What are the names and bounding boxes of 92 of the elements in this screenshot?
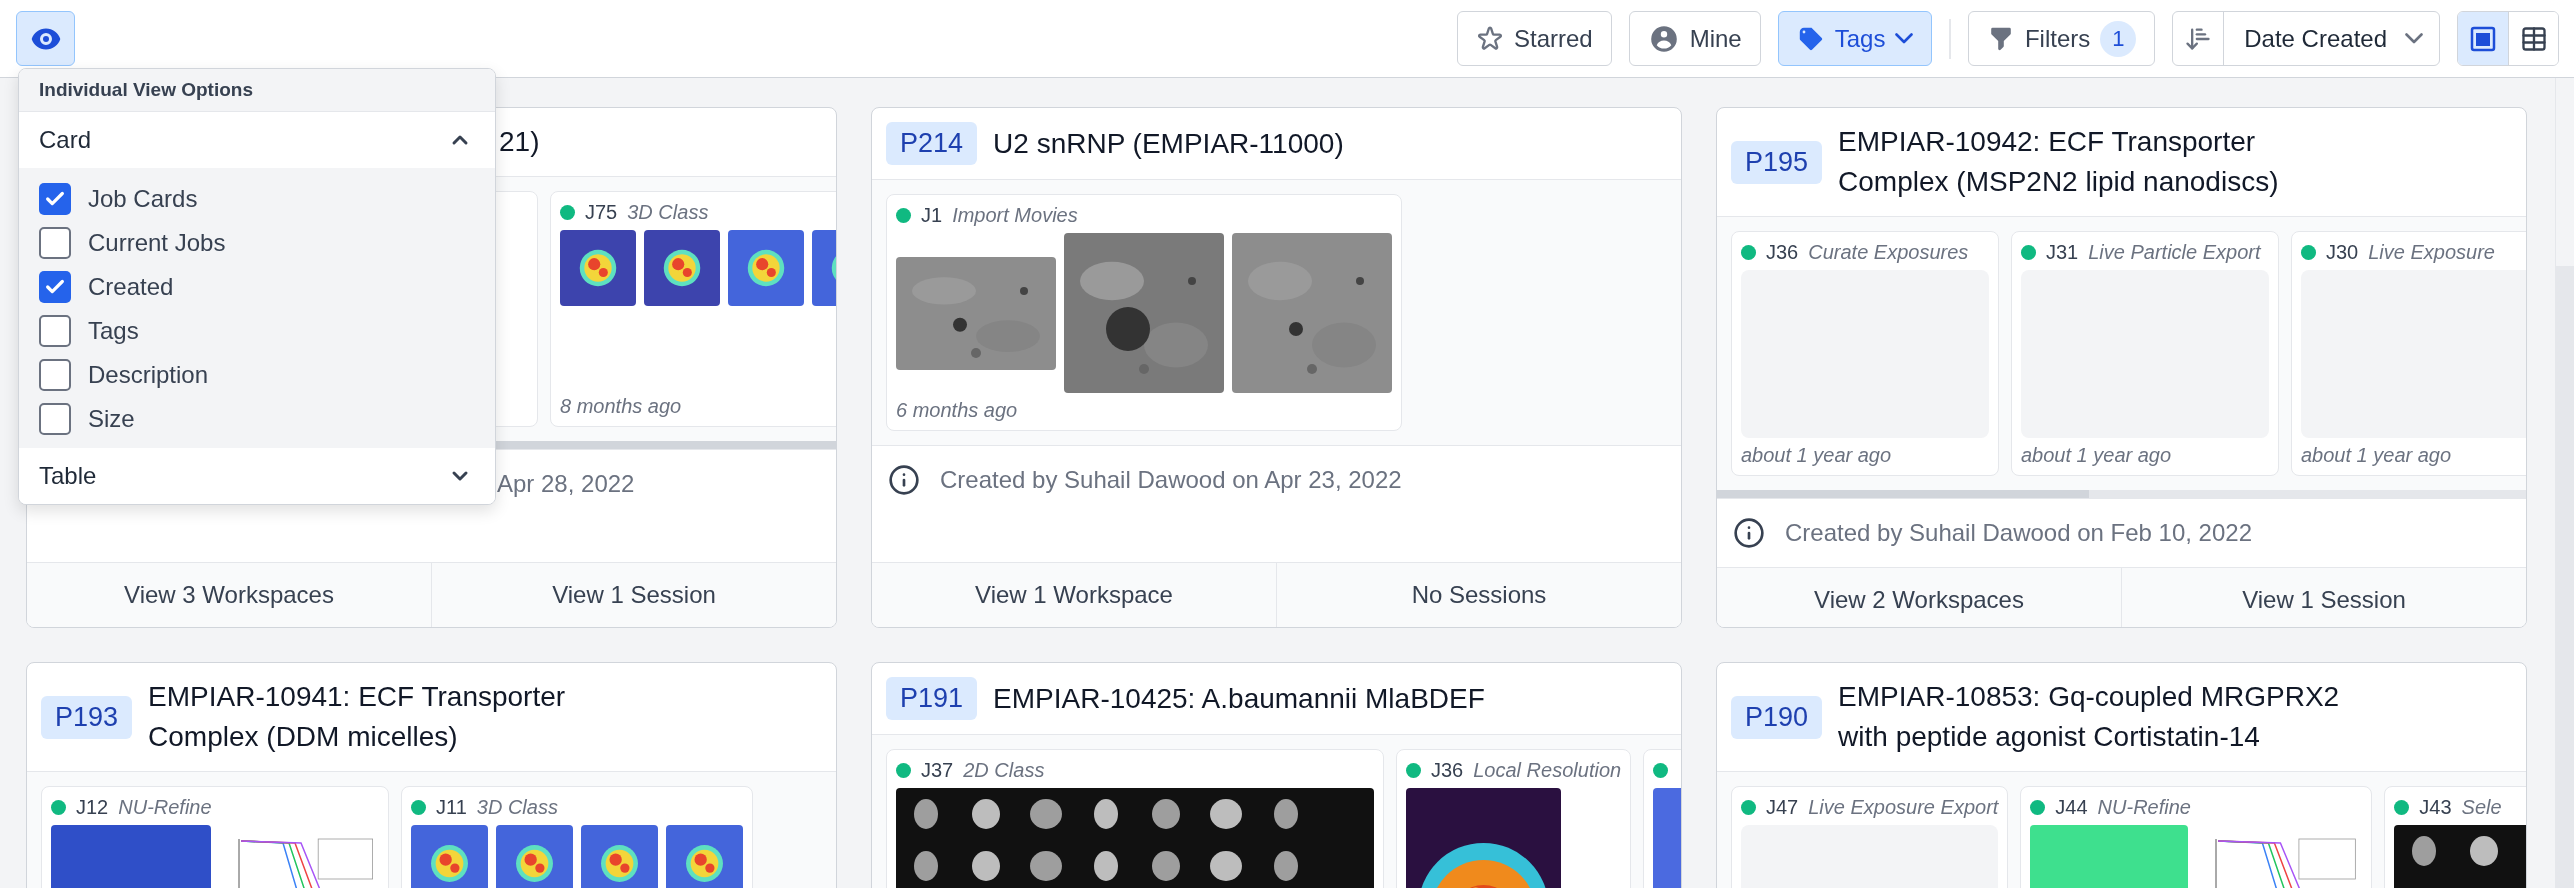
created-info: Created by Suhail Dawood on Feb 10, 2022 xyxy=(1785,518,2252,548)
count-badge: 1 xyxy=(2100,20,2137,57)
checkbox[interactable] xyxy=(39,359,71,391)
job-age: about 1 year ago xyxy=(1741,444,1893,467)
project-title: EMPIAR-10853: Gq-coupled MRGPRX2 with peptide agonist Cortistatin-14 xyxy=(1838,680,2341,754)
chevron-down-icon xyxy=(1895,33,1914,44)
filter-button[interactable]: Starred xyxy=(1456,11,1612,66)
created-info: Apr 28, 2022 xyxy=(497,469,635,499)
project-id-badge: P214 xyxy=(886,122,978,165)
job-id: J12 xyxy=(76,795,109,819)
job-card[interactable]: J36 Curate Exposures about 1 year ago xyxy=(1731,231,1999,476)
job-id: J47 xyxy=(1766,795,1799,819)
card-action-button[interactable]: View 3 Workspaces xyxy=(27,563,431,627)
job-type: Import Movies xyxy=(952,203,1078,227)
job-card[interactable]: J47 Live Exposure Export xyxy=(1731,786,2009,888)
checkbox[interactable] xyxy=(39,403,71,435)
job-type: Curate Exposures xyxy=(1808,240,1969,264)
job-id: J43 xyxy=(2419,795,2452,819)
job-type: NU-Refine xyxy=(2097,795,2191,819)
table-view-icon xyxy=(2519,24,2548,53)
checkbox[interactable] xyxy=(39,183,71,215)
job-card[interactable]: J31 Live Particle Export about 1 year ago xyxy=(2011,231,2279,476)
info-icon xyxy=(1733,517,1765,549)
checkbox[interactable] xyxy=(39,271,71,303)
job-id: J36 xyxy=(1766,240,1799,264)
job-card[interactable]: J30 Live Exposure about 1 year ago xyxy=(2291,231,2526,476)
job-card[interactable]: J36 Local Resolution xyxy=(1396,749,1632,888)
job-card[interactable]: J12 NU-Refine xyxy=(41,786,389,888)
job-type: 2D Class xyxy=(963,758,1045,782)
option-label: Description xyxy=(88,361,209,389)
filters-button[interactable]: Filters 1 xyxy=(1967,11,2156,66)
project-id-badge: P190 xyxy=(1731,695,1823,739)
filter-button[interactable]: Mine xyxy=(1628,11,1761,66)
popover-title: Individual View Options xyxy=(19,69,495,112)
job-card[interactable]: J43 Sele xyxy=(2384,786,2526,888)
job-id: J11 xyxy=(436,795,467,819)
job-type: Live Exposure Export xyxy=(1808,795,1999,819)
job-type: Sele xyxy=(2461,795,2502,819)
project-title: U2 snRNP (EMPIAR-11000) xyxy=(993,126,1344,161)
view-options-button[interactable] xyxy=(16,11,75,66)
job-type: NU-Refine xyxy=(118,795,212,819)
job-age: 8 months ago xyxy=(560,395,683,418)
project-title: EMPIAR-10941: ECF Transporter Complex (DDM micelles) xyxy=(148,680,567,754)
option-label: Size xyxy=(88,405,135,433)
job-type: 3D Class xyxy=(476,795,558,819)
project-title: EMPIAR-10942: ECF Transporter Complex (MSP2N2 lipid nanodiscs) xyxy=(1838,125,2280,199)
project-title: 21) xyxy=(499,125,540,159)
job-id: J44 xyxy=(2055,795,2088,819)
created-info: Created by Suhail Dawood on Apr 23, 2022 xyxy=(940,465,1402,495)
job-age: 6 months ago xyxy=(896,399,1019,422)
job-card[interactable]: J44 NU-Refine xyxy=(2020,786,2373,888)
job-card[interactable]: J75 3D Class 8 months ago xyxy=(550,191,836,427)
job-card[interactable]: J37 2D Class xyxy=(886,749,1384,888)
job-id: J1 xyxy=(921,203,943,227)
job-age: about 1 year ago xyxy=(2301,444,2453,467)
card-action-button[interactable]: View 1 Session xyxy=(431,563,836,627)
card-action-button[interactable]: No Sessions xyxy=(1276,563,1681,627)
card-view-icon xyxy=(2470,25,2496,52)
job-id: J75 xyxy=(585,200,618,224)
star-icon xyxy=(1475,24,1504,53)
job-type: Live Exposure xyxy=(2368,240,2495,264)
card-action-button[interactable]: View 2 Workspaces xyxy=(1717,568,2121,627)
option-label: Tags xyxy=(88,317,139,345)
section-header[interactable]: Card xyxy=(19,112,495,168)
project-id-badge: P193 xyxy=(41,695,133,739)
project-id-badge: P191 xyxy=(886,677,978,720)
option-label: Created xyxy=(88,273,174,301)
project-id-badge: P195 xyxy=(1731,140,1823,184)
job-age: about 1 year ago xyxy=(2021,444,2173,467)
job-type: Live Particle Export xyxy=(2088,240,2261,264)
card-action-button[interactable]: View 1 Workspace xyxy=(872,563,1276,627)
section-header[interactable]: Table xyxy=(19,448,495,504)
job-card[interactable]: J1 Import Movies 6 months ago xyxy=(886,194,1402,431)
filter-button[interactable]: Tags xyxy=(1777,11,1933,66)
job-id: J37 xyxy=(921,758,954,782)
job-id: J30 xyxy=(2326,240,2359,264)
option-label: Job Cards xyxy=(88,185,198,213)
option-label: Current Jobs xyxy=(88,229,226,257)
horizontal-scrollbar[interactable] xyxy=(1717,490,2526,498)
info-icon xyxy=(888,464,920,496)
job-type: Local Resolution xyxy=(1473,758,1622,782)
job-card[interactable]: J11 3D Class xyxy=(401,786,753,888)
job-id: J31 xyxy=(2046,240,2079,264)
project-title: EMPIAR-10425: A.baumannii MlaBDEF xyxy=(993,681,1485,716)
vertical-scrollbar[interactable] xyxy=(2555,78,2574,888)
table-view-button[interactable] xyxy=(2508,12,2558,65)
job-id: J36 xyxy=(1431,758,1464,782)
card-action-button[interactable]: View 1 Session xyxy=(2121,568,2526,627)
checkbox[interactable] xyxy=(39,227,71,259)
card-view-button[interactable] xyxy=(2458,12,2508,65)
checkbox[interactable] xyxy=(39,315,71,347)
job-type: 3D Class xyxy=(627,200,709,224)
